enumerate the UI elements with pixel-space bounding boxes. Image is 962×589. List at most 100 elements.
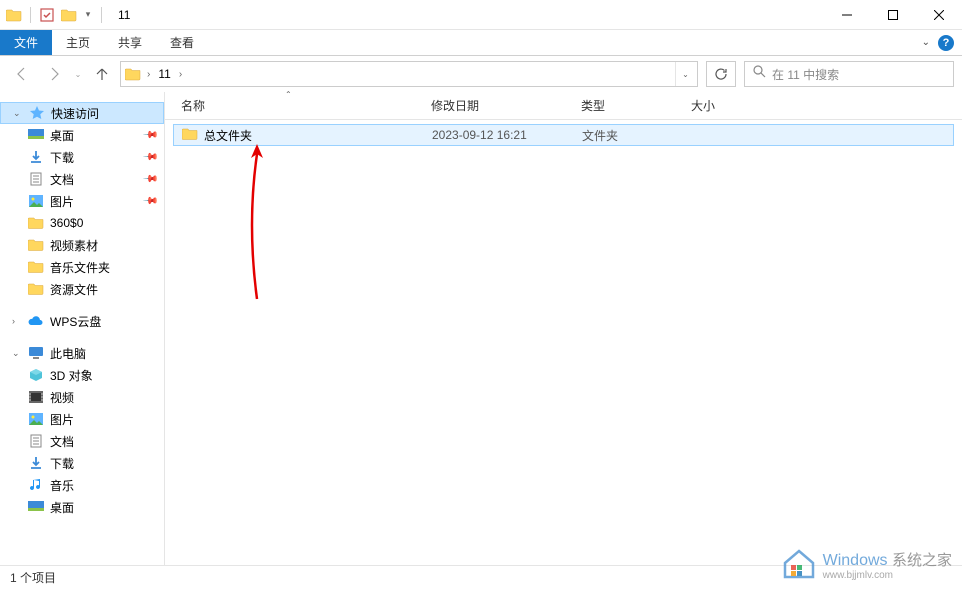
breadcrumb-segment[interactable]: 11 xyxy=(154,67,174,81)
file-name: 总文件夹 xyxy=(204,127,252,144)
tab-view[interactable]: 查看 xyxy=(156,30,208,55)
close-button[interactable] xyxy=(916,0,962,30)
sidebar-item-label: 音乐文件夹 xyxy=(50,259,164,276)
status-text: 1 个项目 xyxy=(10,569,56,586)
sidebar-item-label: 资源文件 xyxy=(50,281,164,298)
sidebar-item-downloads[interactable]: 下载 📌 xyxy=(0,146,164,168)
sidebar-item-documents-pc[interactable]: 文档 xyxy=(0,430,164,452)
picture-icon xyxy=(28,193,44,209)
pin-icon: 📌 xyxy=(141,171,158,188)
qat-divider xyxy=(30,7,31,23)
sidebar-item-label: 文档 xyxy=(50,433,164,450)
sidebar-item-label: 快速访问 xyxy=(51,105,163,122)
folder-icon xyxy=(28,281,44,297)
forward-button[interactable] xyxy=(40,60,68,88)
file-list[interactable]: 总文件夹 2023-09-12 16:21 文件夹 xyxy=(165,120,962,565)
pin-icon: 📌 xyxy=(141,149,158,166)
sidebar-item-label: 音乐 xyxy=(50,477,164,494)
sidebar-item-label: 视频素材 xyxy=(50,237,164,254)
expand-caret-icon[interactable]: ⌄ xyxy=(13,108,23,119)
download-icon xyxy=(28,455,44,471)
arrow-annotation xyxy=(237,144,277,304)
column-headers: 名称 ⌃ 修改日期 类型 大小 xyxy=(165,92,962,120)
help-icon[interactable]: ? xyxy=(938,35,954,51)
monitor-icon xyxy=(28,345,44,361)
folder-icon xyxy=(28,237,44,253)
sidebar-item-label: 360$0 xyxy=(50,216,164,230)
qat-dropdown-icon[interactable]: ▾ xyxy=(83,7,93,23)
search-input[interactable]: 在 11 中搜索 xyxy=(744,61,954,87)
up-button[interactable] xyxy=(88,60,116,88)
sidebar-item-pictures[interactable]: 图片 📌 xyxy=(0,190,164,212)
tab-share[interactable]: 共享 xyxy=(104,30,156,55)
back-button[interactable] xyxy=(8,60,36,88)
ribbon: 文件 主页 共享 查看 ⌄ ? xyxy=(0,30,962,56)
folder-icon-small xyxy=(61,7,77,23)
address-dropdown-icon[interactable]: ⌄ xyxy=(675,62,695,86)
column-type[interactable]: 类型 xyxy=(565,97,675,114)
refresh-button[interactable] xyxy=(706,61,736,87)
qat-divider-2 xyxy=(101,7,102,23)
status-bar: 1 个项目 xyxy=(0,565,962,589)
document-icon xyxy=(28,433,44,449)
sidebar-item-label: 下载 xyxy=(50,149,138,166)
sidebar-item-label: WPS云盘 xyxy=(50,313,164,330)
file-list-pane: 名称 ⌃ 修改日期 类型 大小 总文件夹 2023-09-12 16:21 文件… xyxy=(165,92,962,565)
folder-icon xyxy=(6,7,22,23)
cube-icon xyxy=(28,367,44,383)
tab-home[interactable]: 主页 xyxy=(52,30,104,55)
sidebar-item-downloads-pc[interactable]: 下载 xyxy=(0,452,164,474)
chevron-right-icon[interactable]: › xyxy=(175,69,186,80)
title-bar: ▾ 11 xyxy=(0,0,962,30)
desktop-icon xyxy=(28,499,44,515)
history-dropdown-icon[interactable]: ⌄ xyxy=(72,70,84,79)
pin-icon: 📌 xyxy=(141,127,158,144)
download-icon xyxy=(28,149,44,165)
address-bar[interactable]: › 11 › ⌄ xyxy=(120,61,698,87)
sidebar-item-folder[interactable]: 360$0 xyxy=(0,212,164,234)
sidebar-item-pictures-pc[interactable]: 图片 xyxy=(0,408,164,430)
column-modified[interactable]: 修改日期 xyxy=(415,97,565,114)
sidebar-item-desktop-pc[interactable]: 桌面 xyxy=(0,496,164,518)
properties-icon[interactable] xyxy=(39,7,55,23)
sidebar-item-this-pc[interactable]: ⌄ 此电脑 xyxy=(0,342,164,364)
folder-icon xyxy=(123,64,143,84)
sidebar-item-desktop[interactable]: 桌面 📌 xyxy=(0,124,164,146)
sidebar-item-label: 下载 xyxy=(50,455,164,472)
expand-caret-icon[interactable]: ⌄ xyxy=(12,348,22,359)
sidebar-item-folder[interactable]: 视频素材 xyxy=(0,234,164,256)
maximize-button[interactable] xyxy=(870,0,916,30)
sidebar-item-documents[interactable]: 文档 📌 xyxy=(0,168,164,190)
folder-icon xyxy=(28,259,44,275)
sort-indicator-icon: ⌃ xyxy=(285,90,292,99)
column-size[interactable]: 大小 xyxy=(675,97,755,114)
sidebar-item-label: 桌面 xyxy=(50,127,138,144)
expand-caret-icon[interactable]: › xyxy=(12,316,22,326)
navigation-bar: ⌄ › 11 › ⌄ 在 11 中搜索 xyxy=(0,56,962,92)
sidebar-item-label: 视频 xyxy=(50,389,164,406)
sidebar-item-folder[interactable]: 资源文件 xyxy=(0,278,164,300)
folder-icon xyxy=(182,127,198,144)
window-title: 11 xyxy=(110,8,824,22)
sidebar-item-3d[interactable]: 3D 对象 xyxy=(0,364,164,386)
minimize-button[interactable] xyxy=(824,0,870,30)
navigation-pane[interactable]: ⌄ 快速访问 桌面 📌 下载 📌 文档 📌 图片 📌 360$0 xyxy=(0,92,165,565)
column-label: 名称 xyxy=(181,97,205,114)
sidebar-item-folder[interactable]: 音乐文件夹 xyxy=(0,256,164,278)
sidebar-item-quick-access[interactable]: ⌄ 快速访问 xyxy=(0,102,164,124)
sidebar-item-music[interactable]: 音乐 xyxy=(0,474,164,496)
sidebar-item-label: 文档 xyxy=(50,171,138,188)
sidebar-item-wps[interactable]: › WPS云盘 xyxy=(0,310,164,332)
column-name[interactable]: 名称 xyxy=(165,97,415,114)
star-icon xyxy=(29,105,45,121)
sidebar-item-label: 桌面 xyxy=(50,499,164,516)
tab-file[interactable]: 文件 xyxy=(0,30,52,55)
chevron-right-icon[interactable]: › xyxy=(143,69,154,80)
file-modified: 2023-09-12 16:21 xyxy=(424,128,574,142)
file-row[interactable]: 总文件夹 2023-09-12 16:21 文件夹 xyxy=(173,124,954,146)
folder-icon xyxy=(28,215,44,231)
search-icon xyxy=(753,65,766,83)
expand-ribbon-icon[interactable]: ⌄ xyxy=(922,37,930,48)
sidebar-item-videos[interactable]: 视频 xyxy=(0,386,164,408)
picture-icon xyxy=(28,411,44,427)
